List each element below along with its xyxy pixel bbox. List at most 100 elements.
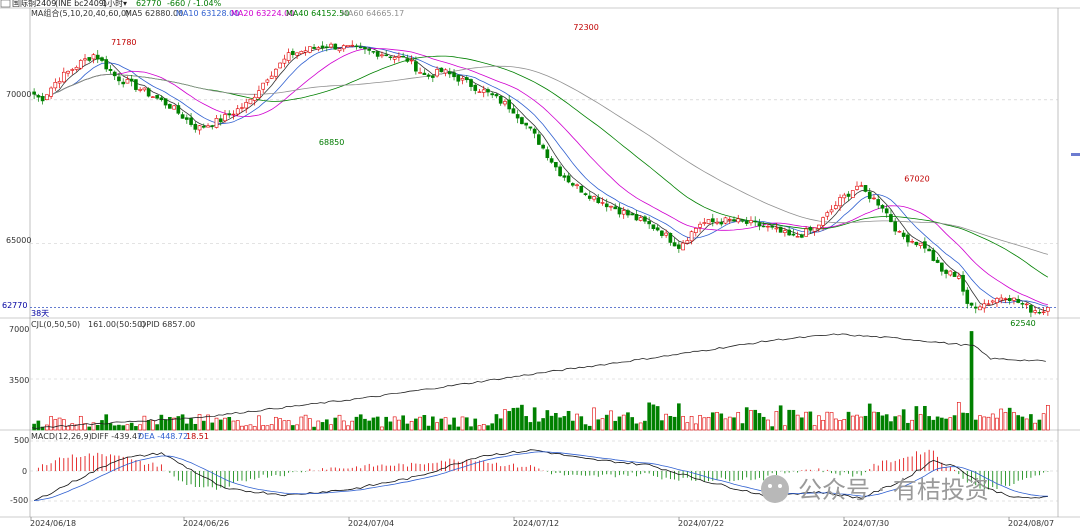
volume-bar: [638, 422, 643, 431]
volume-bar: [244, 425, 249, 431]
volume-bar: [702, 417, 707, 431]
volume-bar: [1012, 412, 1016, 431]
candle: [520, 116, 524, 125]
ma60-value: MA60 64665.17: [341, 9, 404, 18]
volume-bar: [78, 415, 83, 431]
volume-bar: [880, 415, 885, 431]
volume-bar: [643, 420, 647, 431]
volume-bar: [710, 412, 715, 431]
volume-bar: [948, 417, 953, 431]
candlestick-chart: 2024/06/18 2024/06/26 2024/07/04 2024/07/12…: [0, 0, 1080, 529]
volume-bar: [952, 415, 957, 431]
volume-bar: [889, 421, 893, 431]
volume-bar: [566, 410, 571, 431]
volume-bar: [927, 416, 931, 431]
volume-bar: [494, 414, 499, 431]
volume-bar: [265, 425, 270, 431]
volume-bar: [575, 413, 579, 431]
volume-bar: [749, 410, 753, 431]
volume-bar: [1003, 412, 1008, 431]
volume-bar: [252, 426, 257, 431]
volume-bar: [609, 410, 613, 431]
volume-bar: [223, 417, 227, 431]
volume-bar: [744, 407, 749, 431]
volume-bar: [897, 415, 902, 431]
volume-bar: [740, 423, 745, 431]
macd-value: 18.51: [186, 432, 209, 441]
volume-bar: [426, 425, 431, 431]
volume-bar: [286, 420, 291, 431]
candle: [168, 103, 172, 109]
volume-bar: [435, 422, 439, 431]
volume-bar: [503, 409, 507, 431]
volume-bar: [346, 425, 350, 431]
candle: [333, 43, 338, 50]
candle: [723, 216, 728, 225]
volume-bar: [329, 424, 333, 431]
volume-bar: [473, 418, 478, 431]
candle: [78, 59, 83, 70]
volume-bar: [231, 420, 236, 431]
volume-bar: [206, 414, 210, 431]
volume-bar: [520, 404, 524, 431]
volume-bar: [414, 418, 418, 431]
volume-bar: [218, 419, 223, 431]
volume-bar: [999, 408, 1004, 431]
vol-legend-label: CJL(0,50,50): [31, 320, 80, 329]
dea-value: DEA -448.72: [138, 432, 188, 441]
volume-bar: [1007, 407, 1012, 431]
scroll-handle[interactable]: [1071, 153, 1080, 156]
volume-bar: [859, 416, 864, 431]
volume-bar: [1016, 415, 1021, 431]
volume-bar: [753, 409, 758, 431]
volume-bar: [261, 425, 265, 431]
volume-bar: [57, 417, 62, 431]
volume-bar: [812, 425, 817, 431]
volume-bar: [100, 420, 104, 431]
volume-bar: [757, 413, 762, 431]
volume-bar: [990, 413, 995, 431]
volume-bar: [842, 419, 847, 431]
volume-bar: [630, 417, 635, 431]
volume-bar: [405, 423, 410, 431]
volume-bar: [604, 414, 609, 431]
volume-bar: [418, 416, 422, 431]
volume-bar: [795, 414, 800, 431]
volume-bar: [53, 419, 58, 431]
period-selector[interactable]: 1小时: [102, 0, 123, 8]
chevron-down-icon[interactable]: ▾: [123, 0, 127, 8]
volume-bar: [986, 416, 991, 431]
volume-bar: [537, 421, 541, 431]
volume-bar: [125, 424, 130, 431]
ma20-value: MA20 63224.00: [231, 9, 294, 18]
cjl-value: 161.00(50:50): [88, 320, 145, 329]
candle: [299, 50, 304, 55]
date-label: 2024/06/26: [183, 519, 229, 528]
volume-bar: [626, 412, 630, 431]
volume-bar: [668, 415, 673, 431]
volume-bar: [838, 420, 842, 431]
date-label: 2024/06/18: [30, 519, 76, 528]
volume-bar: [66, 425, 70, 431]
volume-bar: [380, 426, 384, 431]
volume-bar: [358, 414, 363, 431]
candle: [778, 226, 783, 233]
annotation-72300: 72300: [573, 23, 598, 32]
volume-bar: [931, 419, 936, 431]
volume-bar: [32, 423, 36, 431]
wechat-icon: [761, 475, 789, 503]
volume-bar: [401, 415, 405, 431]
volume-bar: [163, 419, 168, 431]
volume-bar: [761, 416, 766, 431]
price-change: -660 / -1.04%: [167, 0, 222, 8]
volume-bar: [452, 417, 456, 431]
volume-bar: [481, 424, 486, 431]
volume-bar: [965, 413, 970, 431]
volume-bar: [893, 416, 897, 431]
annotation-71780: 71780: [111, 38, 136, 47]
volume-bar: [333, 417, 338, 431]
volume-bar: [235, 420, 240, 431]
volume-bar: [498, 418, 503, 431]
volume-bar: [354, 416, 359, 431]
volume-bar: [723, 418, 728, 431]
